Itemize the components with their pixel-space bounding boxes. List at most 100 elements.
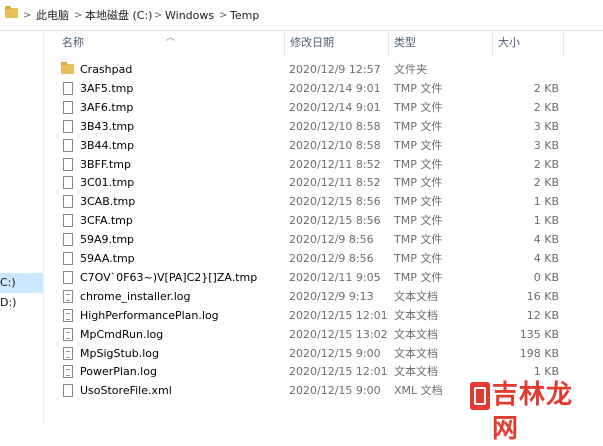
file-type: TMP 文件: [394, 138, 443, 152]
file-icon: [63, 119, 73, 133]
file-size: 0 KB: [533, 270, 559, 284]
file-icon: [63, 233, 73, 247]
file-type: TMP 文件: [394, 214, 443, 228]
file-type: 文本文档: [394, 308, 438, 322]
file-row[interactable]: C7OV`0F63~)V[PA]C2}[]ZA.tmp 2020/12/11 9:…: [55, 268, 565, 287]
file-date: 2020/12/11 8:52: [289, 176, 381, 190]
file-row[interactable]: 3C01.tmp 2020/12/11 8:52 TMP 文件 2 KB: [55, 173, 565, 192]
file-row[interactable]: 3B44.tmp 2020/12/10 8:58 TMP 文件 3 KB: [55, 136, 565, 155]
file-row[interactable]: 3B43.tmp 2020/12/10 8:58 TMP 文件 3 KB: [55, 117, 565, 136]
folder-icon: [61, 62, 74, 74]
file-icon: [63, 252, 73, 265]
file-type: 文本文档: [394, 346, 438, 360]
file-row[interactable]: MpCmdRun.log 2020/12/15 13:02 文本文档 135 KB: [55, 325, 565, 344]
file-date: 2020/12/14 9:01: [289, 81, 381, 95]
file-row[interactable]: 3BFF.tmp 2020/12/11 8:52 TMP 文件 2 KB: [55, 155, 565, 174]
file-icon: [63, 214, 73, 228]
column-header-date[interactable]: 修改日期: [290, 36, 334, 50]
file-row[interactable]: 3CAB.tmp 2020/12/15 8:56 TMP 文件 1 KB: [55, 192, 565, 211]
file-size: 3 KB: [533, 119, 559, 133]
chevron-right-icon: >: [74, 10, 83, 21]
file-name: MpSigStub.log: [80, 346, 160, 360]
file-icon: [63, 157, 73, 171]
watermark-mark-icon: [470, 382, 490, 410]
breadcrumb-windows[interactable]: Windows: [165, 8, 214, 24]
file-date: 2020/12/15 13:02: [289, 327, 388, 341]
file-date: 2020/12/9 8:56: [289, 252, 374, 265]
file-name: HighPerformancePlan.log: [80, 308, 219, 322]
file-date: 2020/12/11 8:52: [289, 157, 381, 171]
file-type: TMP 文件: [394, 157, 443, 171]
nav-item-drive-d[interactable]: D:): [0, 293, 43, 313]
nav-item-drive-c[interactable]: C:): [0, 273, 43, 293]
file-name: 3CAB.tmp: [80, 195, 136, 209]
file-icon: [63, 176, 73, 190]
file-name: 3C01.tmp: [80, 176, 135, 190]
column-divider[interactable]: [563, 31, 564, 57]
file-type: TMP 文件: [394, 233, 443, 247]
file-type: TMP 文件: [394, 195, 443, 209]
file-date: 2020/12/9 8:56: [289, 233, 374, 247]
file-name: chrome_installer.log: [80, 289, 191, 303]
file-row[interactable]: 59AA.tmp 2020/12/9 8:56 TMP 文件 4 KB: [55, 249, 565, 268]
file-row[interactable]: 59A9.tmp 2020/12/9 8:56 TMP 文件 4 KB: [55, 230, 565, 249]
column-header-size[interactable]: 大小: [498, 36, 520, 50]
file-icon: [63, 270, 73, 284]
file-size: 3 KB: [533, 138, 559, 152]
breadcrumb-temp[interactable]: Temp: [230, 8, 259, 24]
text-file-icon: [63, 327, 73, 341]
file-date: 2020/12/15 12:01: [289, 308, 388, 322]
column-divider[interactable]: [388, 31, 389, 57]
file-name: 3B43.tmp: [80, 119, 135, 133]
chevron-right-icon: >: [154, 10, 163, 21]
file-icon: [63, 100, 73, 114]
file-name: 3BFF.tmp: [80, 157, 131, 171]
file-name: MpCmdRun.log: [80, 327, 164, 341]
column-divider[interactable]: [492, 31, 493, 57]
file-date: 2020/12/9 9:13: [289, 289, 374, 303]
file-row[interactable]: 3CFA.tmp 2020/12/15 8:56 TMP 文件 1 KB: [55, 211, 565, 230]
file-icon: [63, 138, 73, 152]
text-file-icon: [63, 346, 73, 360]
column-divider[interactable]: [284, 31, 285, 57]
file-type: 文件夹: [394, 63, 427, 76]
file-name: 3B44.tmp: [80, 138, 135, 152]
breadcrumb-local-disk-c[interactable]: 本地磁盘 (C:): [85, 8, 152, 24]
file-name: 59A9.tmp: [80, 233, 135, 247]
chevron-right-icon: >: [219, 10, 228, 21]
file-size: 16 KB: [526, 289, 559, 303]
file-date: 2020/12/10 8:58: [289, 119, 381, 133]
file-name: C7OV`0F63~)V[PA]C2}[]ZA.tmp: [80, 270, 258, 284]
file-row[interactable]: HighPerformancePlan.log 2020/12/15 12:01 文…: [55, 306, 565, 325]
breadcrumb-this-pc[interactable]: 此电脑: [36, 8, 69, 24]
file-row[interactable]: 3AF5.tmp 2020/12/14 9:01 TMP 文件 2 KB: [55, 79, 565, 98]
file-size: 198 KB: [519, 346, 559, 360]
file-row[interactable]: 3AF6.tmp 2020/12/14 9:01 TMP 文件 2 KB: [55, 98, 565, 117]
address-bar[interactable]: > 此电脑 > 本地磁盘 (C:) > Windows > Temp: [0, 0, 603, 31]
file-name: 59AA.tmp: [80, 252, 135, 265]
file-row[interactable]: MpSigStub.log 2020/12/15 9:00 文本文档 198 KB: [55, 344, 565, 363]
file-type: TMP 文件: [394, 81, 443, 95]
file-size: 2 KB: [533, 176, 559, 190]
file-row[interactable]: chrome_installer.log 2020/12/9 9:13 文本文档 16…: [55, 287, 565, 306]
pane-divider: [43, 31, 44, 424]
file-icon: [63, 384, 73, 398]
column-header-type[interactable]: 类型: [394, 36, 416, 50]
navigation-pane: C:) D:): [0, 31, 43, 424]
file-date: 2020/12/11 9:05: [289, 270, 381, 284]
file-icon: [63, 195, 73, 209]
file-type: XML 文档: [394, 384, 443, 398]
file-name: PowerPlan.log: [80, 365, 157, 379]
folder-icon: [5, 6, 18, 18]
file-name: 3AF5.tmp: [80, 81, 134, 95]
file-row[interactable]: Crashpad 2020/12/9 12:57 文件夹: [55, 60, 565, 79]
column-header-name[interactable]: 名称: [62, 36, 84, 50]
file-date: 2020/12/14 9:01: [289, 100, 381, 114]
file-size: 2 KB: [533, 157, 559, 171]
sort-ascending-icon: ︿: [166, 33, 176, 43]
file-type: 文本文档: [394, 289, 438, 303]
file-icon: [63, 81, 73, 95]
file-type: TMP 文件: [394, 119, 443, 133]
file-size: 4 KB: [533, 252, 559, 265]
file-type: TMP 文件: [394, 270, 443, 284]
